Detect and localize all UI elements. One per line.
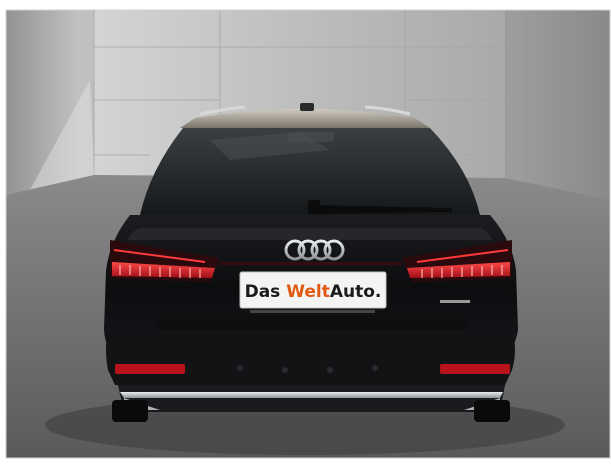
license-plate: Das WeltAuto. xyxy=(239,271,387,309)
svg-text:Das WeltAuto.: Das WeltAuto. xyxy=(245,282,382,302)
diffuser xyxy=(118,385,505,412)
plate-text-welt: Welt xyxy=(286,282,330,302)
chrome-trim xyxy=(120,392,503,398)
model-badge xyxy=(440,300,470,303)
right-reflector xyxy=(440,364,510,374)
right-tire xyxy=(474,400,510,422)
rear-bumper xyxy=(106,330,515,385)
plate-text-auto: Auto. xyxy=(330,282,382,302)
car-photo: Das WeltAuto. xyxy=(0,0,611,466)
left-tire xyxy=(112,400,148,422)
left-reflector xyxy=(115,364,185,374)
antenna-fin xyxy=(300,103,314,111)
photo-frame: Das WeltAuto. xyxy=(0,0,611,466)
plate-text-das: Das xyxy=(245,282,287,302)
